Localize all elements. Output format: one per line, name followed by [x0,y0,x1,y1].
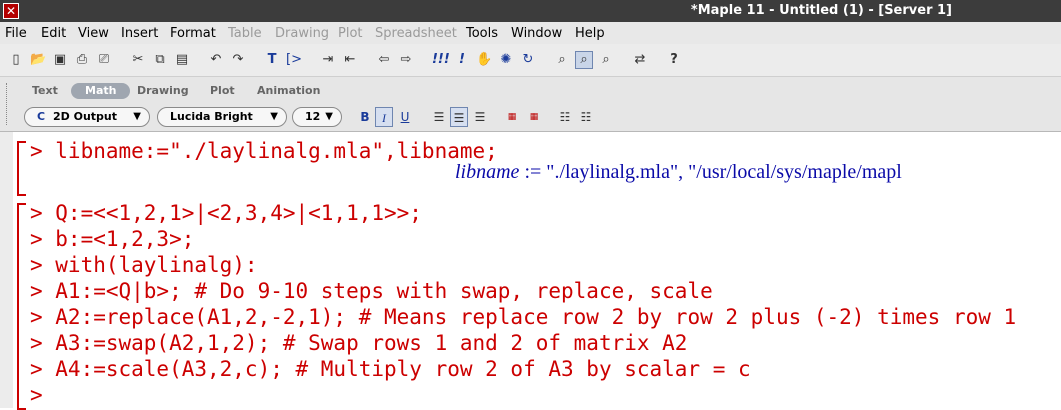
maple-app-icon[interactable]: ✕ [3,3,19,19]
output-libname: libname := "./laylinalg.mla", "/usr/loca… [455,161,902,184]
input-line-Q[interactable]: > Q:=<<1,2,1>|<2,3,4>|<1,1,1>>; [30,201,422,225]
execution-group-bracket[interactable] [17,141,26,196]
open-icon[interactable]: 📂 [30,52,46,68]
debug-icon[interactable]: ✺ [498,52,514,68]
menu-window[interactable]: Window [511,26,562,41]
menu-bar: File Edit View Insert Format Table Drawi… [0,22,1061,44]
underline-button[interactable]: U [396,107,414,127]
worksheet-margin [0,132,13,408]
execution-group-bracket[interactable] [17,203,26,410]
execute-all-icon[interactable]: !!! [432,52,450,68]
size-dropdown[interactable]: 12 ▼ [292,107,342,127]
chevron-down-icon: ▼ [133,111,141,122]
print-icon[interactable]: ⎙ [74,52,90,68]
tab-text[interactable]: Text [32,83,58,99]
output-value: := "./laylinalg.mla", "/usr/local/sys/ma… [519,161,902,183]
back-icon[interactable]: ⇦ [376,52,392,68]
menu-tools[interactable]: Tools [466,26,498,41]
input-line-A4[interactable]: > A4:=scale(A3,2,c); # Multiply row 2 of… [30,357,751,381]
menu-format[interactable]: Format [170,26,216,41]
zoom-100-icon[interactable]: ⌕ [554,52,570,68]
menu-help[interactable]: Help [575,26,605,41]
input-line-b[interactable]: > b:=<1,2,3>; [30,227,194,251]
input-line-A2[interactable]: > A2:=replace(A1,2,-2,1); # Means replac… [30,305,1016,329]
cut-icon[interactable]: ✂ [130,52,146,68]
input-line-A1[interactable]: > A1:=<Q|b>; # Do 9-10 steps with swap, … [30,279,713,303]
forward-icon[interactable]: ⇨ [398,52,414,68]
font-color-icon[interactable]: ▦ [503,107,521,127]
menu-table: Table [228,26,262,41]
input-line-empty[interactable]: > [30,383,43,407]
numbered-list-icon[interactable]: ☷ [577,107,595,127]
text-icon[interactable]: T [264,52,280,68]
menu-insert[interactable]: Insert [121,26,158,41]
stop-icon[interactable]: ✋ [476,52,492,68]
undo-icon[interactable]: ↶ [208,52,224,68]
font-dropdown[interactable]: Lucida Bright ▼ [157,107,287,127]
zoom-150-icon[interactable]: ⌕ [575,51,593,69]
main-toolbar: ▯ 📂 ▣ ⎙ ⎚ ✂ ⧉ ▤ ↶ ↷ T [> ⇥ ⇤ ⇦ ⇨ !!! ! ✋… [0,44,1061,77]
menu-spreadsheet: Spreadsheet [375,26,457,41]
menu-drawing: Drawing [275,26,330,41]
output-variable: libname [455,161,520,183]
size-value: 12 [305,110,321,123]
tab-drawing[interactable]: Drawing [137,83,189,99]
font-value: Lucida Bright [170,110,253,123]
chevron-down-icon: ▼ [325,111,333,122]
window-title: *Maple 11 - Untitled (1) - [Server 1] [690,3,952,18]
input-line-libname[interactable]: > libname:="./laylinalg.mla",libname; [30,139,498,163]
new-icon[interactable]: ▯ [8,52,24,68]
highlight-color-icon[interactable]: ▦ [525,107,543,127]
paste-icon[interactable]: ▤ [174,52,190,68]
align-left-icon[interactable]: ☰ [430,107,448,127]
outdent-icon[interactable]: ⇤ [342,52,358,68]
style-value: 2D Output [53,110,118,123]
save-icon[interactable]: ▣ [52,52,68,68]
input-line-A3[interactable]: > A3:=swap(A2,1,2); # Swap rows 1 and 2 … [30,331,687,355]
print-preview-icon[interactable]: ⎚ [96,52,112,68]
bullet-list-icon[interactable]: ☷ [556,107,574,127]
execute-icon[interactable]: ! [454,52,470,68]
tab-animation[interactable]: Animation [257,83,320,99]
prompt-icon[interactable]: [> [286,52,302,68]
align-center-icon[interactable]: ☰ [450,107,468,127]
menu-file[interactable]: File [5,26,27,41]
worksheet[interactable]: > libname:="./laylinalg.mla",libname; li… [0,132,1061,410]
menu-view[interactable]: View [78,26,109,41]
style-prefix: C [37,110,46,123]
menu-edit[interactable]: Edit [41,26,66,41]
toggle-icon[interactable]: ⇄ [632,52,648,68]
copy-icon[interactable]: ⧉ [152,52,168,68]
help-icon[interactable]: ? [666,52,682,68]
restart-icon[interactable]: ↻ [520,52,536,68]
chevron-down-icon: ▼ [270,111,278,122]
title-bar: ✕ *Maple 11 - Untitled (1) - [Server 1] [0,0,1061,22]
redo-icon[interactable]: ↷ [230,52,246,68]
menu-plot: Plot [338,26,363,41]
zoom-200-icon[interactable]: ⌕ [598,52,614,68]
style-dropdown[interactable]: C 2D Output ▼ [24,107,150,127]
italic-button[interactable]: I [375,107,393,127]
input-line-with[interactable]: > with(laylinalg): [30,253,258,277]
tab-math[interactable]: Math [71,83,131,99]
indent-icon[interactable]: ⇥ [320,52,336,68]
bold-button[interactable]: B [356,107,374,127]
context-bar: Text Math Drawing Plot Animation C 2D Ou… [0,77,1061,132]
toolbar-grip[interactable] [6,83,10,125]
align-right-icon[interactable]: ☰ [471,107,489,127]
tab-plot[interactable]: Plot [210,83,235,99]
